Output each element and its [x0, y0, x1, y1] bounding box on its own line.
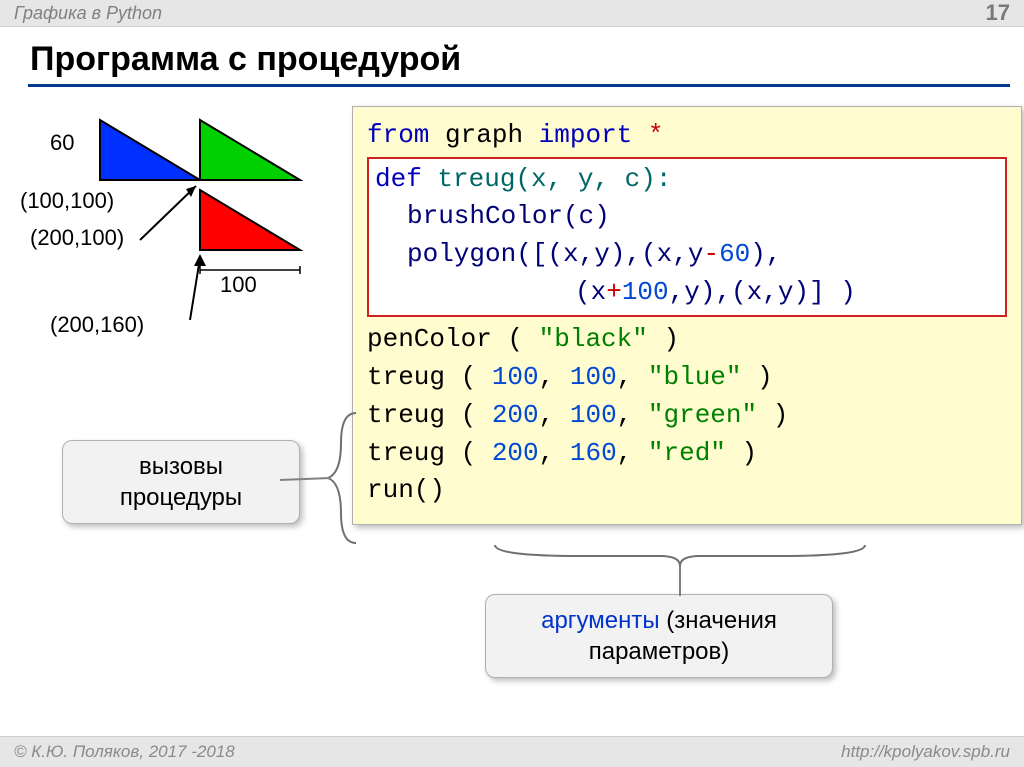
footer-bar: © К.Ю. Поляков, 2017 -2018 http://kpolya… — [0, 736, 1024, 767]
label-pt2: (200,100) — [30, 225, 124, 251]
triangles-diagram: 60 (100,100) (200,100) 100 (200,160) — [20, 100, 340, 360]
label-pt1: (100,100) — [20, 188, 114, 214]
page-number: 17 — [986, 0, 1010, 26]
code-line-run: run() — [367, 472, 1007, 510]
callout-bottom-keyword: аргументы — [541, 607, 660, 634]
label-size: 60 — [50, 130, 74, 156]
code-line-import: from graph import * — [367, 117, 1007, 155]
footer-copyright: © К.Ю. Поляков, 2017 -2018 — [14, 742, 235, 762]
header-topic: Графика в Python — [14, 3, 162, 24]
label-pt3: (200,160) — [50, 312, 144, 338]
callout-procedure-calls: вызовы процедуры — [62, 440, 300, 524]
callout-left-pointer — [280, 470, 340, 490]
label-width: 100 — [220, 272, 257, 298]
def-block: def treug(x, y, c): brushColor(c) polygo… — [367, 157, 1007, 318]
callout-left-line1: вызовы — [81, 451, 281, 482]
triangle-red — [200, 190, 300, 250]
callout-arguments: аргументы (значения параметров) — [485, 594, 833, 678]
header-bar: Графика в Python 17 — [0, 0, 1024, 27]
callout-bottom-pointer — [672, 566, 692, 598]
page-title: Программа с процедурой — [30, 40, 461, 79]
arrow-head-3 — [194, 254, 206, 266]
code-line-call2: treug ( 200, 100, "green" ) — [367, 397, 1007, 435]
code-line-call1: treug ( 100, 100, "blue" ) — [367, 359, 1007, 397]
title-underline — [28, 84, 1010, 87]
triangle-green — [200, 120, 300, 180]
triangle-blue — [100, 120, 200, 180]
callout-left-line2: процедуры — [81, 482, 281, 513]
arrow-line-2 — [140, 186, 196, 240]
code-block: from graph import * def treug(x, y, c): … — [352, 106, 1022, 525]
code-line-call3: treug ( 200, 160, "red" ) — [367, 435, 1007, 473]
code-line-pencolor: penColor ( "black" ) — [367, 321, 1007, 359]
footer-url: http://kpolyakov.spb.ru — [841, 742, 1010, 762]
arrow-line-3 — [190, 258, 200, 320]
